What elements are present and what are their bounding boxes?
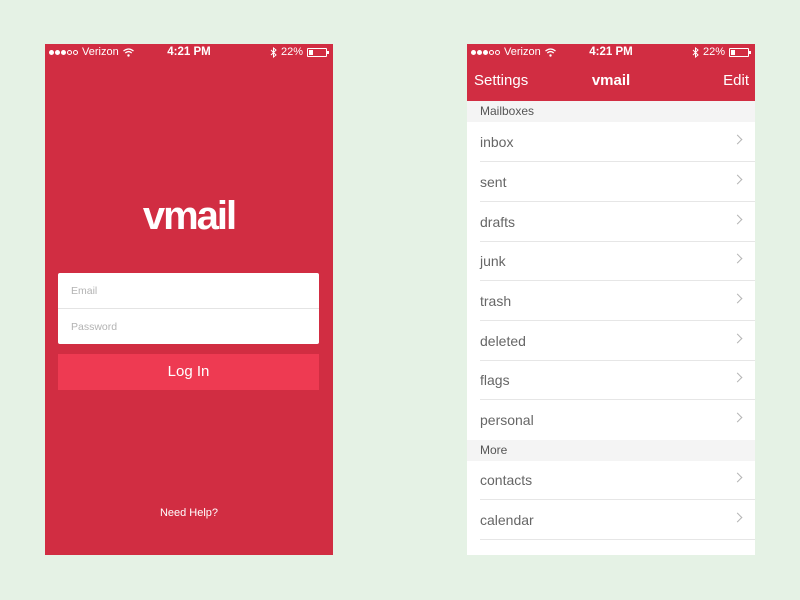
battery-percent: 22% <box>280 46 303 58</box>
chevron-right-icon <box>732 372 743 383</box>
bluetooth-icon <box>270 47 277 58</box>
more-item-calendar[interactable]: calendar <box>467 500 755 540</box>
battery-percent: 22% <box>702 46 725 58</box>
chevron-right-icon <box>732 472 743 483</box>
status-right: 22% <box>270 44 329 61</box>
mailbox-item-trash[interactable]: trash <box>467 281 755 321</box>
edit-button[interactable]: Edit <box>723 72 749 89</box>
mailbox-screen: Verizon 4:21 PM 22% Settings vmail Edit … <box>467 44 755 555</box>
chevron-right-icon <box>732 174 743 185</box>
mailbox-item-drafts[interactable]: drafts <box>467 202 755 242</box>
mailbox-label: deleted <box>480 333 526 349</box>
email-field[interactable] <box>58 273 319 308</box>
mailbox-item-flags[interactable]: flags <box>467 360 755 400</box>
battery-icon <box>307 48 329 57</box>
more-label: calendar <box>480 512 534 528</box>
chevron-right-icon <box>732 214 743 225</box>
section-header-mailboxes: Mailboxes <box>467 101 755 122</box>
chevron-right-icon <box>732 412 743 423</box>
chevron-right-icon <box>732 512 743 523</box>
chevron-right-icon <box>732 134 743 145</box>
navigation-bar: Verizon 4:21 PM 22% Settings vmail Edit <box>467 44 755 101</box>
status-bar: Verizon 4:21 PM 22% <box>467 44 755 61</box>
section-header-more: More <box>467 440 755 461</box>
bluetooth-icon <box>692 47 699 58</box>
need-help-link[interactable]: Need Help? <box>45 507 333 519</box>
mailbox-item-deleted[interactable]: deleted <box>467 321 755 361</box>
chevron-right-icon <box>732 293 743 304</box>
mailbox-item-personal[interactable]: personal <box>467 400 755 440</box>
mailbox-label: trash <box>480 293 512 309</box>
mailbox-label: personal <box>480 412 534 428</box>
login-screen: Verizon 4:21 PM 22% vmail Log In Need He… <box>45 44 333 555</box>
status-right: 22% <box>692 44 751 61</box>
chevron-right-icon <box>732 333 743 344</box>
mailbox-item-sent[interactable]: sent <box>467 162 755 202</box>
more-label: contacts <box>480 472 533 488</box>
mailbox-label: flags <box>480 372 510 388</box>
mailbox-label: inbox <box>480 134 514 150</box>
password-field[interactable] <box>58 309 319 344</box>
login-form <box>58 273 319 344</box>
app-logo: vmail <box>142 194 237 238</box>
mailbox-label: sent <box>480 174 507 190</box>
mailbox-label: drafts <box>480 214 516 230</box>
battery-icon <box>729 48 751 57</box>
more-item-contacts[interactable]: contacts <box>467 460 755 500</box>
mailbox-item-inbox[interactable]: inbox <box>467 122 755 162</box>
mailbox-label: junk <box>480 253 506 269</box>
settings-button[interactable]: Settings <box>474 72 528 89</box>
status-bar: Verizon 4:21 PM 22% <box>45 44 333 61</box>
row-divider <box>480 539 755 540</box>
chevron-right-icon <box>732 253 743 264</box>
mailbox-item-junk[interactable]: junk <box>467 241 755 281</box>
login-button[interactable]: Log In <box>58 354 319 390</box>
